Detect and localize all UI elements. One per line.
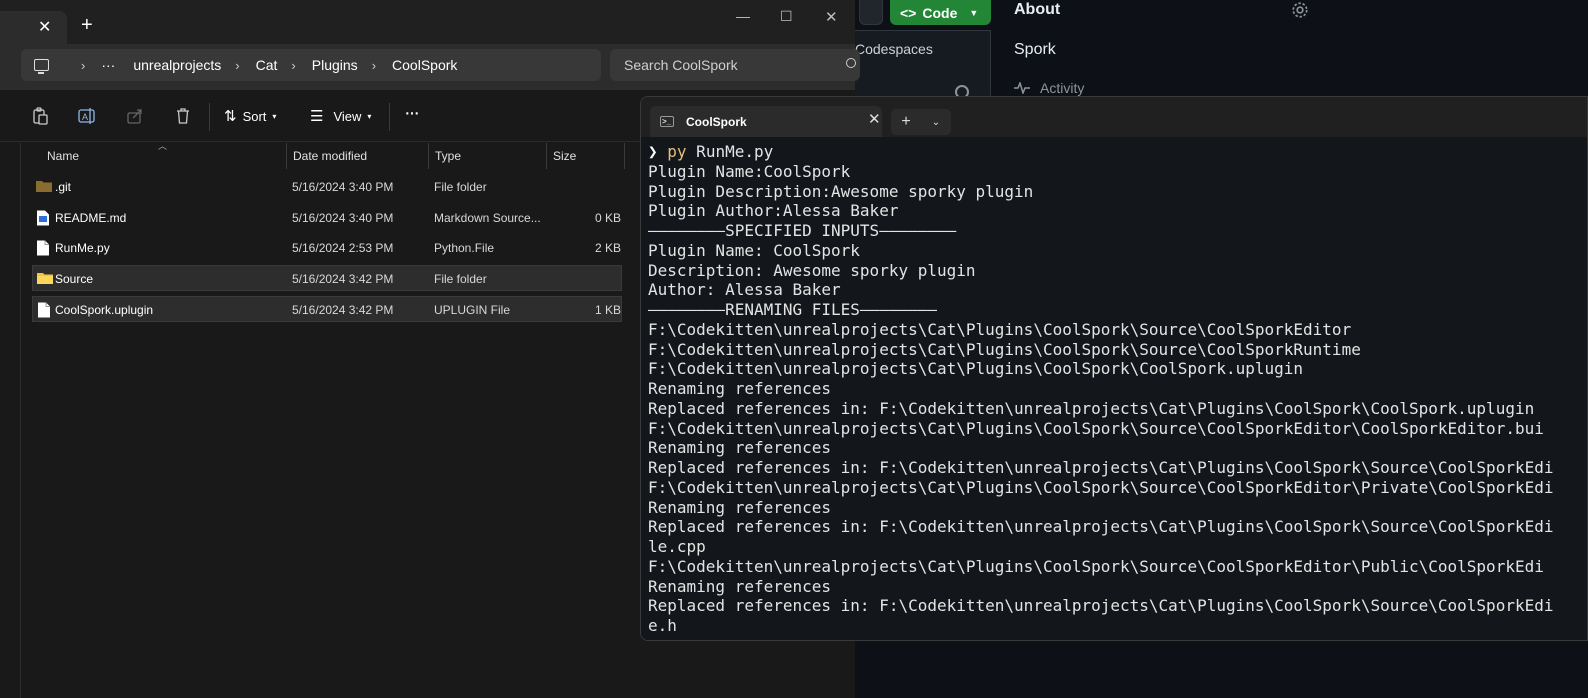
- activity-link[interactable]: Activity: [1014, 80, 1084, 96]
- terminal-title-bar: >_ CoolSpork ✕ + ⌄: [641, 97, 1587, 137]
- sort-button[interactable]: ⇅ Sort ▾: [224, 107, 276, 125]
- computer-icon: [34, 59, 49, 74]
- sort-icon: ⇅: [224, 108, 237, 125]
- prompt-line: ❯ py RunMe.py: [648, 142, 774, 161]
- terminal-line: F:\Codekitten\unrealprojects\Cat\Plugins…: [648, 319, 1352, 339]
- close-tab-icon[interactable]: ✕: [868, 110, 881, 128]
- terminal-tab[interactable]: >_ CoolSpork ✕: [650, 106, 882, 137]
- minimize-icon[interactable]: —: [736, 8, 750, 24]
- chevron-down-icon: ▾: [272, 111, 277, 121]
- address-row: › ··· › unrealprojects › Cat › Plugins ›…: [0, 44, 860, 90]
- explorer-tab[interactable]: [0, 11, 67, 44]
- breadcrumb-item[interactable]: CoolSpork: [392, 57, 457, 73]
- view-list-icon: ☰: [310, 108, 324, 125]
- breadcrumb-overflow[interactable]: ···: [101, 57, 115, 73]
- chevron-right-icon: ›: [235, 57, 240, 73]
- new-tab-icon[interactable]: +: [81, 14, 93, 37]
- terminal-line: Renaming references: [648, 576, 832, 596]
- breadcrumb-item[interactable]: unrealprojects: [133, 57, 221, 73]
- new-tab-group: + ⌄: [891, 109, 951, 135]
- file-icon: [38, 302, 50, 318]
- navigation-pane[interactable]: [0, 143, 21, 698]
- terminal-line: Renaming references: [648, 379, 832, 398]
- terminal-line: Replaced references in: F:\Codekitten\un…: [648, 596, 1554, 616]
- chevron-down-icon[interactable]: ⌄: [921, 117, 951, 128]
- terminal-line: e.h: [648, 616, 677, 635]
- address-bar[interactable]: › ··· › unrealprojects › Cat › Plugins ›…: [21, 49, 601, 81]
- chevron-right-icon: ›: [291, 57, 296, 73]
- about-heading: About: [1014, 1, 1061, 18]
- terminal-line: ————————SPECIFIED INPUTS————————: [648, 221, 957, 240]
- column-header-name[interactable]: Name: [41, 143, 287, 169]
- toolbar-divider: [209, 103, 210, 131]
- close-tab-icon[interactable]: ✕: [38, 17, 51, 37]
- terminal-line: Plugin Author:Alessa Baker: [648, 201, 899, 221]
- repo-description: Spork: [1014, 41, 1056, 58]
- terminal-line: F:\Codekitten\unrealprojects\Cat\Plugins…: [648, 477, 1554, 497]
- folder-icon: [37, 273, 53, 284]
- powershell-icon: >_: [660, 116, 674, 127]
- file-row-readme[interactable]: README.md 5/16/2024 3:40 PM Markdown Sou…: [32, 205, 622, 231]
- file-row-uplugin[interactable]: CoolSpork.uplugin 5/16/2024 3:42 PM UPLU…: [32, 296, 622, 322]
- terminal-line: F:\Codekitten\unrealprojects\Cat\Plugins…: [648, 359, 1304, 379]
- file-icon: [37, 240, 49, 256]
- delete-icon[interactable]: [174, 107, 192, 125]
- terminal-line: Replaced references in: F:\Codekitten\un…: [648, 458, 1554, 477]
- output-lines: Plugin Name:CoolSpork Plugin Description:…: [648, 161, 1587, 636]
- maximize-icon[interactable]: ☐: [780, 8, 793, 25]
- terminal-line: Plugin Name:CoolSpork: [648, 161, 851, 181]
- terminal-line: ————————RENAMING FILES————————: [648, 300, 937, 319]
- column-header-date[interactable]: Date modified: [287, 143, 429, 169]
- file-row-git[interactable]: .git 5/16/2024 3:40 PM File folder: [32, 174, 622, 200]
- caret-down-icon: ▼: [969, 7, 979, 18]
- terminal-window: >_ CoolSpork ✕ + ⌄ ❯ py RunMe.py Plugin N…: [640, 96, 1588, 641]
- toolbar-divider: [389, 103, 390, 131]
- svg-text:A: A: [82, 112, 88, 122]
- terminal-line: Plugin Name: CoolSpork: [648, 240, 860, 260]
- chevron-right-icon: ›: [371, 57, 377, 73]
- terminal-line: F:\Codekitten\unrealprojects\Cat\Plugins…: [648, 556, 1544, 576]
- breadcrumb-item[interactable]: Cat: [256, 57, 278, 73]
- paste-icon[interactable]: [31, 107, 49, 125]
- more-options-button[interactable]: ···: [404, 102, 420, 125]
- breadcrumb-item[interactable]: Plugins: [312, 57, 358, 73]
- title-bar: ✕ + — ☐ ✕: [0, 0, 855, 44]
- view-button[interactable]: ☰ View ▾: [310, 107, 371, 125]
- column-header-size[interactable]: Size: [547, 143, 625, 169]
- terminal-line: Replaced references in: F:\Codekitten\un…: [648, 517, 1554, 537]
- new-tab-icon[interactable]: +: [891, 113, 921, 131]
- chevron-down-icon: ▾: [367, 111, 372, 121]
- terminal-line: Description: Awesome sporky plugin: [648, 260, 976, 280]
- code-brackets-icon: <>: [900, 4, 917, 21]
- column-header-type[interactable]: Type: [429, 143, 547, 169]
- terminal-output[interactable]: ❯ py RunMe.py Plugin Name:CoolSpork Plugin…: [641, 137, 1587, 640]
- code-button[interactable]: <> Code ▼: [890, 0, 991, 25]
- terminal-line: Renaming references: [648, 497, 832, 517]
- terminal-line: Author: Alessa Baker: [648, 280, 841, 300]
- search-input[interactable]: Search CoolSpork: [610, 49, 860, 81]
- prompt-chevron-icon: ❯: [648, 142, 658, 161]
- terminal-line: le.cpp: [648, 537, 706, 556]
- terminal-line: Replaced references in: F:\Codekitten\un…: [648, 398, 1535, 418]
- folder-dim-icon: [36, 181, 52, 192]
- file-row-runme[interactable]: RunMe.py 5/16/2024 2:53 PM Python.File 2…: [32, 235, 622, 261]
- tab-codespaces[interactable]: Codespaces: [855, 41, 933, 57]
- share-icon[interactable]: [126, 107, 144, 125]
- terminal-line: F:\Codekitten\unrealprojects\Cat\Plugins…: [648, 339, 1361, 359]
- pulse-icon: [1014, 82, 1030, 94]
- close-window-icon[interactable]: ✕: [825, 8, 838, 26]
- terminal-line: Renaming references: [648, 438, 832, 458]
- gear-icon[interactable]: [1291, 1, 1309, 19]
- rename-icon[interactable]: A: [78, 107, 96, 125]
- search-icon: [846, 58, 856, 68]
- markdown-file-icon: [37, 210, 49, 226]
- terminal-line: F:\Codekitten\unrealprojects\Cat\Plugins…: [648, 418, 1544, 438]
- chevron-right-icon: ›: [81, 57, 86, 73]
- repo-action-button[interactable]: [859, 0, 883, 25]
- terminal-line: Plugin Description:Awesome sporky plugin: [648, 181, 1034, 201]
- file-row-source[interactable]: Source 5/16/2024 3:42 PM File folder: [32, 265, 622, 291]
